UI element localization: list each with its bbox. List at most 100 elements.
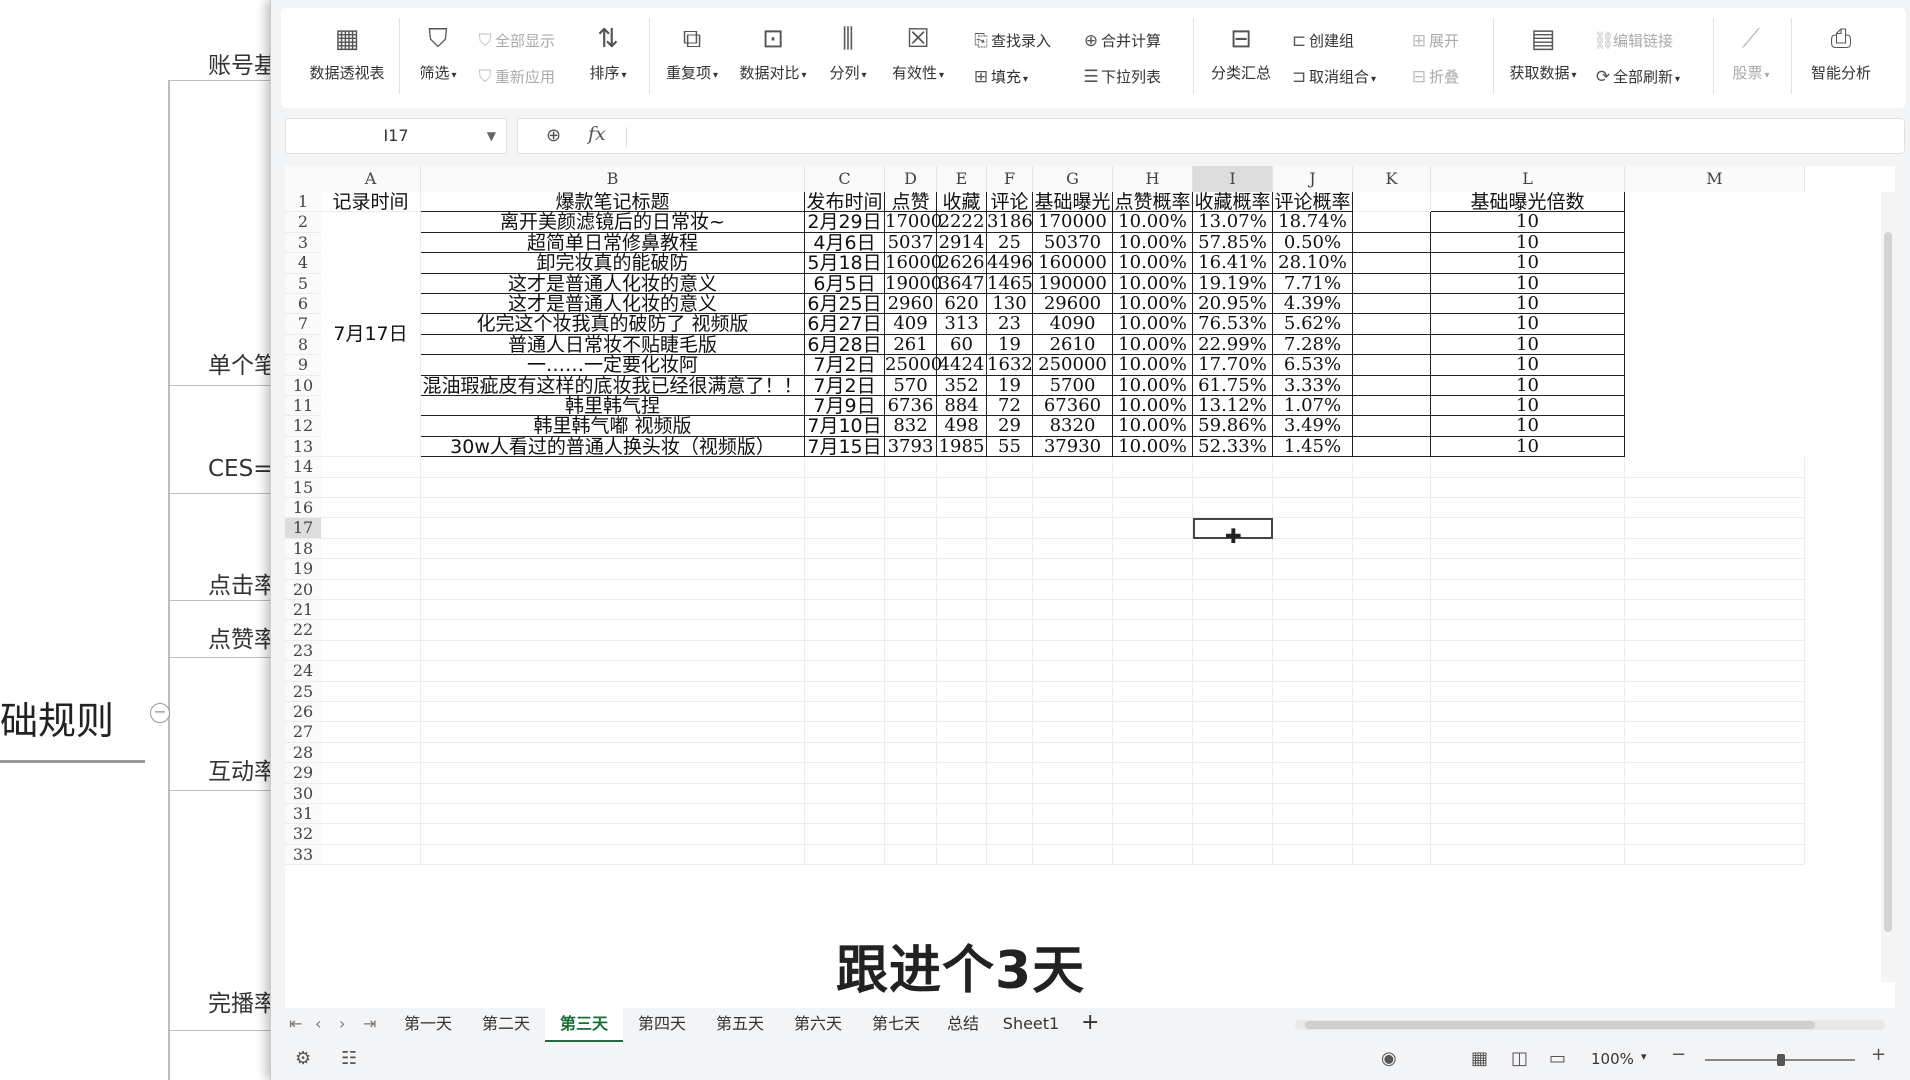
table-cell[interactable]: 6月27日 [805, 314, 885, 335]
edit-links-button[interactable]: ⛓编辑链接 [1593, 30, 1673, 51]
column-header[interactable]: I [1193, 166, 1273, 192]
table-cell[interactable]: 2626 [937, 252, 987, 274]
empty-row[interactable] [321, 600, 1805, 621]
table-cell[interactable]: 10 [1431, 293, 1625, 315]
table-cell[interactable]: 7.71% [1273, 273, 1353, 294]
table-cell[interactable]: 7月10日 [805, 416, 885, 437]
table-cell[interactable] [1353, 273, 1431, 294]
table-cell[interactable]: 7月15日 [805, 436, 885, 457]
table-cell[interactable] [1353, 294, 1431, 315]
table-cell[interactable]: 18.74% [1273, 211, 1353, 233]
table-cell[interactable] [1353, 416, 1431, 437]
row-header[interactable]: 9 [285, 355, 321, 376]
sort-button[interactable]: ⇅ 排序 ▾ [581, 24, 635, 83]
fold-button[interactable]: ⊟ 折叠 [1409, 66, 1459, 87]
scroll-thumb[interactable] [1305, 1021, 1815, 1029]
zoom-level[interactable]: 100% [1591, 1050, 1634, 1068]
table-cell[interactable] [1353, 436, 1431, 458]
chevron-down-icon[interactable]: ▼ [487, 119, 496, 153]
table-cell[interactable]: 10.00% [1113, 313, 1193, 335]
table-cell[interactable]: 29600 [1033, 293, 1113, 315]
empty-row[interactable] [321, 824, 1805, 845]
table-cell[interactable]: 10.00% [1113, 395, 1193, 417]
row-header[interactable]: 15 [285, 477, 321, 498]
sheet-tab[interactable]: 第五天 [701, 1008, 779, 1040]
last-sheet-icon[interactable]: ⇥ [363, 1014, 376, 1033]
mindmap-node[interactable]: 点赞率 [208, 620, 277, 654]
table-cell[interactable]: 170000 [1033, 211, 1113, 233]
empty-row[interactable] [321, 661, 1805, 682]
table-cell[interactable]: 4424 [937, 354, 987, 376]
table-header-cell[interactable]: 点赞概率 [1113, 192, 1193, 212]
table-header-cell[interactable]: 记录时间 [321, 192, 421, 212]
row-header[interactable]: 22 [285, 620, 321, 641]
row-header[interactable]: 31 [285, 804, 321, 825]
empty-row[interactable] [321, 580, 1805, 600]
dropdown-list-button[interactable]: ☰ 下拉列表 [1081, 66, 1161, 87]
column-header[interactable]: C [805, 166, 885, 192]
table-cell[interactable]: 19000 [885, 273, 942, 294]
row-header[interactable]: 20 [285, 579, 321, 600]
row-header[interactable]: 26 [285, 702, 321, 723]
column-header[interactable]: H [1113, 166, 1193, 192]
table-cell[interactable]: 6月5日 [805, 273, 885, 294]
table-cell[interactable]: 3.49% [1273, 415, 1353, 437]
zoom-slider[interactable] [1705, 1054, 1855, 1066]
table-cell[interactable]: 10 [1431, 252, 1625, 274]
table-cell[interactable]: 57.85% [1193, 232, 1273, 254]
table-cell[interactable]: 76.53% [1193, 313, 1273, 335]
sheet-tab[interactable]: 第六天 [779, 1008, 857, 1040]
column-header[interactable]: M [1625, 166, 1805, 192]
table-cell[interactable]: 6.53% [1273, 354, 1353, 376]
table-cell[interactable]: 52.33% [1193, 436, 1273, 458]
table-cell[interactable] [1353, 314, 1431, 335]
create-group-button[interactable]: ⊏ 创建组 [1289, 30, 1354, 51]
table-cell[interactable]: 化完这个妆我真的破防了 视频版 [421, 314, 805, 335]
mindmap-node[interactable]: 点击率 [208, 566, 277, 600]
table-cell[interactable]: 620 [937, 293, 987, 315]
first-sheet-icon[interactable]: ⇤ [289, 1014, 302, 1033]
row-header[interactable]: 29 [285, 763, 321, 784]
table-cell[interactable]: 4.39% [1273, 293, 1353, 315]
table-cell[interactable]: 混油瑕疵皮有这样的底妆我已经很满意了！！ [421, 375, 805, 396]
table-cell[interactable]: 3647 [937, 273, 987, 294]
empty-row[interactable] [321, 457, 1805, 478]
table-cell[interactable]: 20.95% [1193, 293, 1273, 315]
table-cell[interactable]: 1.45% [1273, 436, 1353, 458]
table-cell[interactable]: 19.19% [1193, 273, 1273, 294]
table-cell[interactable]: 10 [1431, 415, 1625, 437]
pivot-table-button[interactable]: ▦ 数据透视表 [305, 24, 389, 83]
sheet-tab[interactable]: 第一天 [389, 1008, 467, 1040]
scroll-thumb[interactable] [1884, 232, 1892, 932]
duplicates-button[interactable]: ⧉ 重复项 ▾ [659, 24, 725, 83]
table-cell[interactable]: 60 [937, 334, 987, 356]
page-break-icon[interactable]: ▭ [1549, 1048, 1566, 1069]
empty-row[interactable] [321, 478, 1805, 498]
empty-row[interactable] [321, 845, 1805, 866]
empty-row[interactable] [321, 763, 1805, 784]
row-header[interactable]: 10 [285, 375, 321, 396]
table-cell[interactable]: 250000 [1033, 354, 1113, 376]
table-cell[interactable]: 超简单日常修鼻教程 [421, 232, 805, 253]
collapse-icon[interactable]: − [150, 703, 170, 723]
table-cell[interactable] [1353, 253, 1431, 274]
table-cell[interactable]: 5037 [885, 232, 937, 254]
mindmap-node[interactable]: 账号基 [208, 46, 277, 80]
mindmap-root-node[interactable]: 础规则 [0, 690, 114, 745]
empty-row[interactable] [321, 702, 1805, 723]
row-header[interactable]: 24 [285, 661, 321, 682]
table-cell[interactable]: 韩里韩气捏 [421, 396, 805, 416]
table-cell[interactable]: 6736 [885, 395, 937, 417]
column-header[interactable]: F [987, 166, 1033, 192]
expand-button[interactable]: ⊞ 展开 [1409, 30, 1459, 51]
table-cell[interactable]: 5月18日 [805, 253, 885, 274]
table-cell[interactable]: 普通人日常妆不贴睫毛版 [421, 334, 805, 355]
row-header[interactable]: 25 [285, 681, 321, 702]
table-cell[interactable]: 37930 [1033, 436, 1113, 458]
eye-protection-icon[interactable]: ◉ [1381, 1048, 1397, 1069]
table-cell[interactable]: 498 [937, 415, 987, 437]
table-cell[interactable]: 10 [1431, 232, 1625, 254]
row-header[interactable]: 27 [285, 722, 321, 743]
empty-row[interactable] [321, 784, 1805, 804]
sheet-tab[interactable]: 第二天 [467, 1008, 545, 1040]
